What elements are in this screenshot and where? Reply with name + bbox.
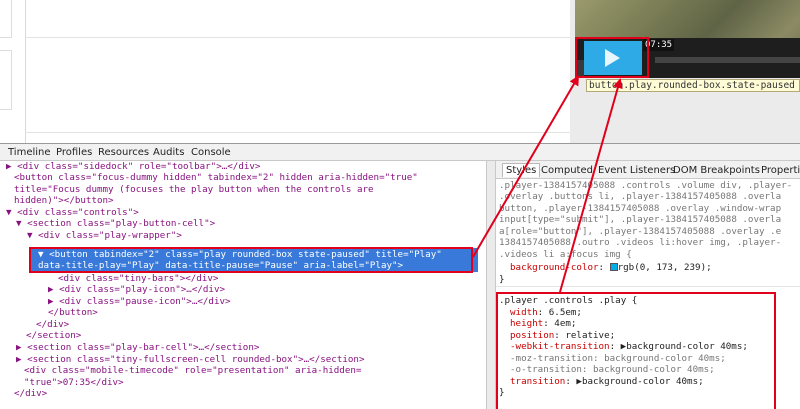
dom-line[interactable]: title="Focus dummy (focuses the play but…	[14, 184, 374, 196]
left-panel-box-2	[0, 50, 12, 110]
style-selector-line: .player-1384157405088 .controls .volume …	[499, 180, 793, 191]
rule-close: }	[499, 274, 505, 285]
dom-line[interactable]: "true">07:35</div>	[24, 377, 124, 389]
highlight-box-dom-node	[29, 247, 473, 273]
dom-line[interactable]: ▶ <section class="play-bar-cell">…</sect…	[16, 342, 259, 354]
dom-line[interactable]: ▶ <div class="pause-icon">…</div>	[48, 296, 231, 308]
dom-line[interactable]: ▼ <div class="controls">	[6, 207, 139, 219]
rule-separator	[496, 286, 800, 287]
tab-event-listeners[interactable]: Event Listeners	[598, 164, 675, 177]
dom-line[interactable]: ▶ <section class="tiny-fullscreen-cell r…	[16, 354, 364, 366]
style-selector-line: 1384157405088 .outro .videos li:hover im…	[499, 237, 782, 248]
dom-line[interactable]: </div>	[36, 319, 69, 331]
dom-line[interactable]: <div class="mobile-timecode" role="prese…	[24, 365, 361, 377]
style-property[interactable]: background-color	[510, 262, 599, 273]
tab-computed[interactable]: Computed	[541, 164, 593, 177]
style-selector-line: .overlay .buttons li, .player-1384157405…	[499, 191, 782, 202]
sidebar-tabbar: Styles Computed Event Listeners DOM Brea…	[496, 161, 800, 179]
tab-console[interactable]: Console	[191, 146, 231, 160]
inspect-tooltip: button.play.rounded-box.state-paused	[586, 79, 800, 92]
dom-line[interactable]: hidden)"></button>	[14, 195, 114, 207]
style-selector-line: button, .player-1384157405088 .overlay .…	[499, 203, 782, 214]
tab-styles[interactable]: Styles	[502, 163, 541, 177]
tab-resources[interactable]: Resources	[98, 146, 149, 160]
divider	[25, 37, 570, 38]
style-selector-line: input[type="submit"], .player-1384157405…	[499, 214, 782, 225]
dom-line[interactable]: ▶ <div class="play-icon">…</div>	[48, 284, 225, 296]
devtools-tabbar: Timeline Profiles Resources Audits Conso…	[0, 143, 800, 161]
progress-bar[interactable]	[655, 57, 800, 63]
dom-line[interactable]: ▼ <div class="play-wrapper">	[27, 230, 182, 242]
tab-dom-breakpoints[interactable]: DOM Breakpoints	[673, 164, 760, 177]
dom-line[interactable]: </section>	[26, 330, 81, 342]
divider	[25, 132, 570, 133]
tab-profiles[interactable]: Profiles	[56, 146, 92, 160]
dom-tree[interactable]: ▶ <div class="sidedock" role="toolbar">……	[0, 161, 486, 409]
highlight-box-style-rule	[496, 292, 776, 409]
dom-line[interactable]: ▼ <section class="play-button-cell">	[16, 218, 215, 230]
style-selector-line: a[role="button"], .player-1384157405088 …	[499, 226, 782, 237]
highlight-box-play-button	[575, 37, 649, 78]
tab-timeline[interactable]: Timeline	[8, 146, 51, 160]
tab-properties[interactable]: Properties	[761, 164, 800, 177]
style-declaration[interactable]: background-color: rgb(0, 173, 239);	[510, 262, 712, 274]
dom-line[interactable]: </button>	[48, 307, 98, 319]
left-panel-box	[0, 0, 12, 38]
tab-audits[interactable]: Audits	[153, 146, 184, 160]
style-selector-line: .videos li a:focus img {	[499, 249, 632, 260]
divider	[25, 0, 26, 143]
styles-pane[interactable]: .player-1384157405088 .controls .volume …	[496, 180, 800, 409]
dom-line[interactable]: <button class="focus-dummy hidden" tabin…	[14, 172, 418, 184]
style-value[interactable]: rgb(0, 173, 239);	[618, 262, 712, 273]
dom-line[interactable]: <div class="tiny-bars"></div>	[58, 273, 218, 285]
panel-splitter[interactable]	[486, 161, 495, 409]
dom-line[interactable]: </div>	[14, 388, 47, 400]
dom-line[interactable]: ▶ <div class="sidedock" role="toolbar">……	[6, 161, 260, 173]
styles-sidebar: Styles Computed Event Listeners DOM Brea…	[495, 161, 800, 409]
color-swatch[interactable]	[609, 263, 618, 271]
